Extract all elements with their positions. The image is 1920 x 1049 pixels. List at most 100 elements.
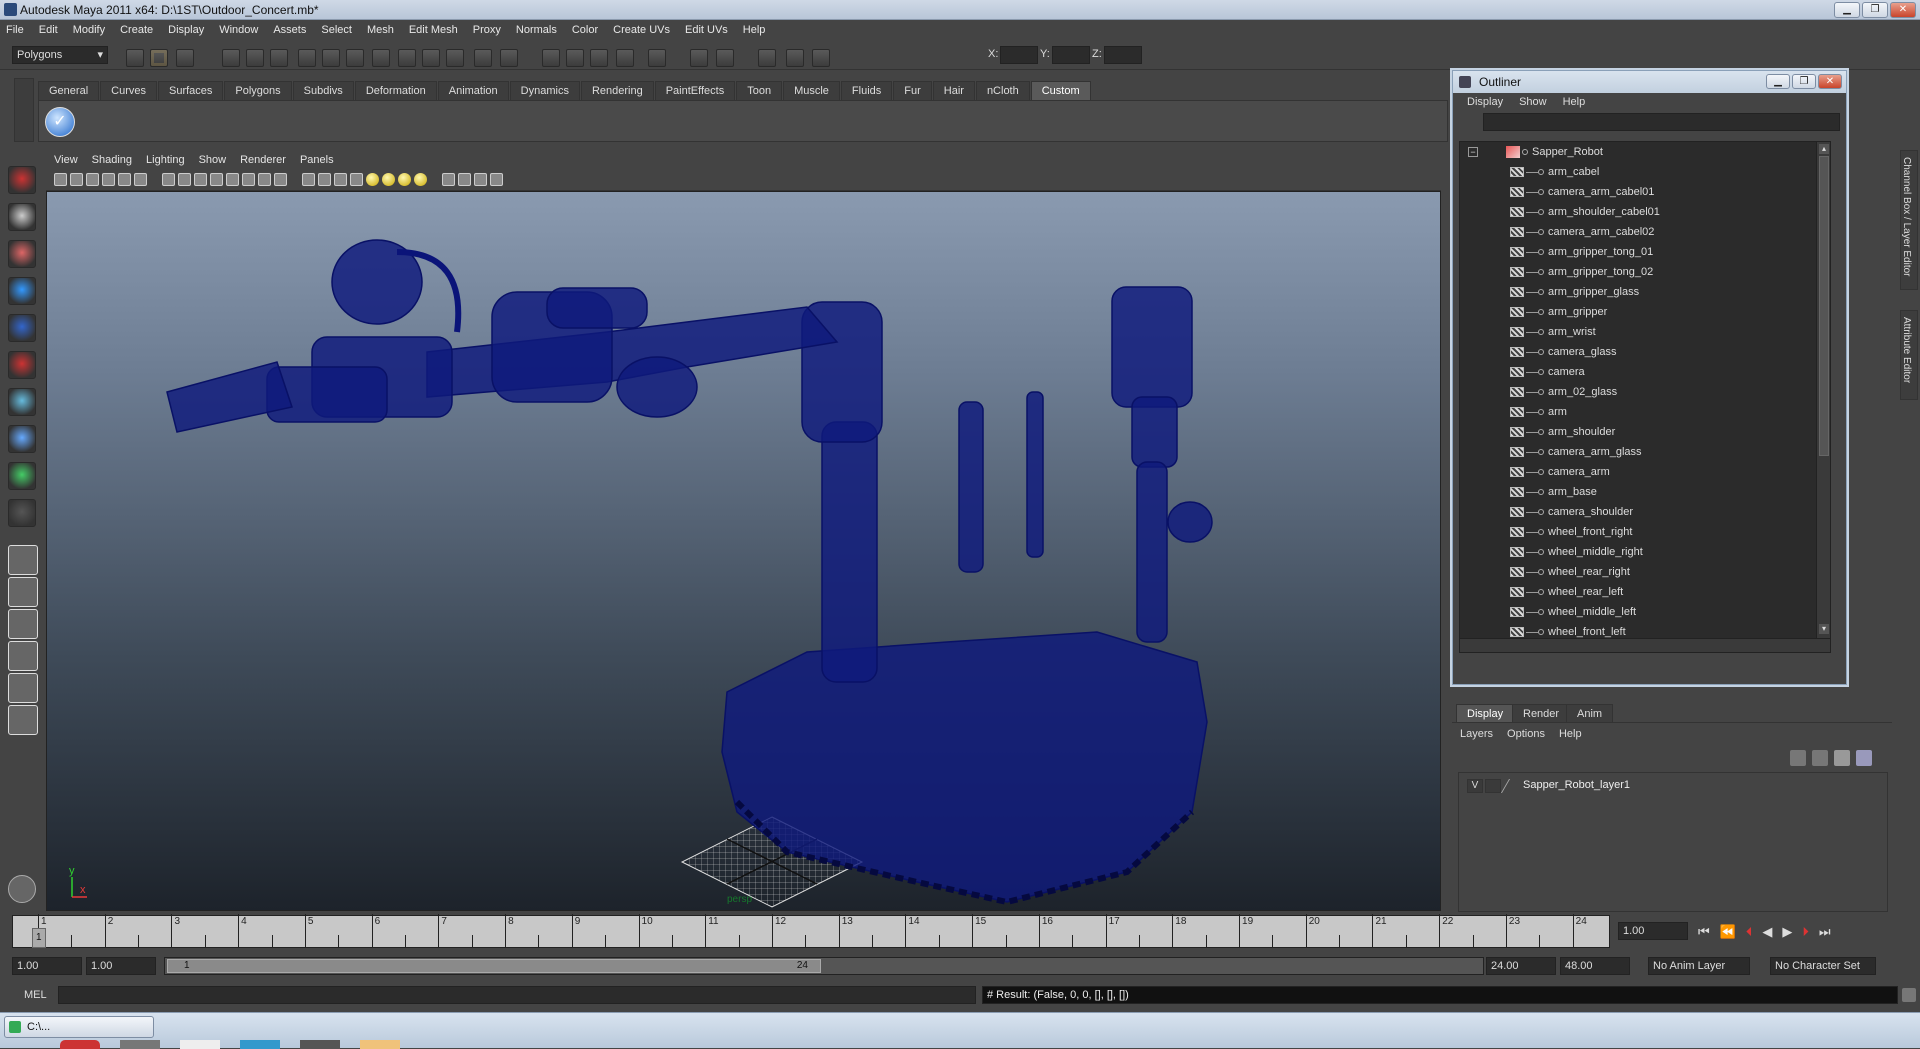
menu-display[interactable]: Display — [168, 24, 204, 36]
viewport-toolbar-26-icon[interactable] — [490, 173, 503, 186]
menu-edit-mesh[interactable]: Edit Mesh — [409, 24, 458, 36]
shelf-tab-subdivs[interactable]: Subdivs — [292, 81, 354, 100]
outliner-minimize-button[interactable]: ▁ — [1766, 74, 1790, 89]
shelf-tab-muscle[interactable]: Muscle — [783, 81, 840, 100]
outliner-item[interactable]: arm_shoulder — [1460, 422, 1830, 442]
outliner-item[interactable]: arm_gripper — [1460, 302, 1830, 322]
shelf-tab-animation[interactable]: Animation — [437, 81, 509, 100]
menu-color[interactable]: Color — [572, 24, 598, 36]
viewport-toolbar-7-icon[interactable] — [162, 173, 175, 186]
anim-layer-dropdown[interactable]: No Anim Layer — [1648, 957, 1750, 975]
statusline-tool-6-icon[interactable] — [270, 49, 288, 67]
start-time-field[interactable]: 1.00 — [12, 957, 82, 975]
viewport-toolbar-19-icon[interactable] — [366, 173, 379, 186]
viewport-toolbar-22-icon[interactable] — [414, 173, 427, 186]
outliner-item[interactable]: arm_base — [1460, 482, 1830, 502]
statusline-tool-5-icon[interactable] — [246, 49, 264, 67]
statusline-tool-24-icon[interactable] — [786, 49, 804, 67]
step-back-frame-icon[interactable]: ⏴ — [1746, 924, 1753, 940]
playback-start-field[interactable]: 1.00 — [86, 957, 156, 975]
layer-tab-render[interactable]: Render — [1512, 704, 1571, 722]
viewport-toolbar-18-icon[interactable] — [350, 173, 363, 186]
play-forward-icon[interactable]: ▶ — [1782, 924, 1792, 940]
outliner-item[interactable]: camera_shoulder — [1460, 502, 1830, 522]
scroll-up-icon[interactable]: ▴ — [1819, 144, 1829, 154]
viewport-toolbar-15-icon[interactable] — [302, 173, 315, 186]
outliner-item[interactable]: arm_gripper_glass — [1460, 282, 1830, 302]
outliner-titlebar[interactable]: Outliner ▁ ❐ ✕ — [1453, 71, 1846, 93]
outliner-maximize-button[interactable]: ❐ — [1792, 74, 1816, 89]
current-time-field[interactable]: 1.00 — [1618, 922, 1688, 940]
menu-edit-uvs[interactable]: Edit UVs — [685, 24, 728, 36]
menu-select[interactable]: Select — [321, 24, 352, 36]
y-coord-input[interactable] — [1052, 46, 1090, 64]
statusline-tool-25-icon[interactable] — [812, 49, 830, 67]
shelf-tab-polygons[interactable]: Polygons — [224, 81, 292, 100]
layer-tab-anim[interactable]: Anim — [1566, 704, 1614, 722]
statusline-tool-12-icon[interactable] — [422, 49, 440, 67]
viewport-toolbar-17-icon[interactable] — [334, 173, 347, 186]
viewport-toolbar-9-icon[interactable] — [194, 173, 207, 186]
outliner-item[interactable]: arm_cabel — [1460, 162, 1830, 182]
statusline-tool-13-icon[interactable] — [446, 49, 464, 67]
outliner-item[interactable]: wheel_middle_right — [1460, 542, 1830, 562]
persp-graph-layout-icon[interactable] — [8, 641, 38, 671]
viewport-menu-shading[interactable]: Shading — [92, 151, 132, 169]
minimize-button[interactable]: ▁ — [1834, 2, 1860, 18]
universal-manipulator-icon[interactable] — [8, 388, 36, 416]
shelf-tab-fluids[interactable]: Fluids — [840, 81, 893, 100]
outliner-item[interactable]: arm_gripper_tong_01 — [1460, 242, 1830, 262]
menu-window[interactable]: Window — [219, 24, 258, 36]
shelf-checkmark-icon[interactable]: ✓ — [45, 107, 75, 137]
viewport-toolbar-25-icon[interactable] — [474, 173, 487, 186]
outliner-menu-display[interactable]: Display — [1467, 93, 1503, 111]
viewport-toolbar-14-icon[interactable] — [274, 173, 287, 186]
step-forward-frame-icon[interactable]: ⏵ — [1802, 924, 1809, 940]
layer-display-type-toggle[interactable] — [1485, 779, 1501, 793]
statusline-tool-20-icon[interactable] — [648, 49, 666, 67]
layer-row[interactable]: V Sapper_Robot_layer1 — [1463, 777, 1883, 795]
viewport-menu-show[interactable]: Show — [199, 151, 227, 169]
maximize-button[interactable]: ❐ — [1862, 2, 1888, 18]
outliner-vertical-scrollbar[interactable]: ▴ ▾ — [1816, 142, 1830, 652]
statusline-tool-9-icon[interactable] — [346, 49, 364, 67]
shelf-tab-deformation[interactable]: Deformation — [354, 81, 437, 100]
play-backward-icon[interactable]: ◀ — [1762, 924, 1772, 940]
menu-edit[interactable]: Edit — [39, 24, 58, 36]
x-coord-input[interactable] — [1000, 46, 1038, 64]
menu-set-dropdown[interactable]: Polygons ▾ — [12, 46, 108, 64]
viewport-toolbar-16-icon[interactable] — [318, 173, 331, 186]
menu-file[interactable]: File — [6, 24, 24, 36]
range-slider-thumb[interactable]: 1 24 — [167, 959, 821, 973]
menu-create-uvs[interactable]: Create UVs — [613, 24, 670, 36]
viewport-toolbar-2-icon[interactable] — [70, 173, 83, 186]
perspective-viewport[interactable]: y x persp — [46, 191, 1441, 911]
four-view-layout-icon[interactable] — [8, 577, 38, 607]
menu-proxy[interactable]: Proxy — [473, 24, 501, 36]
select-tool-icon[interactable] — [8, 166, 36, 194]
viewport-toolbar-21-icon[interactable] — [398, 173, 411, 186]
outliner-item[interactable]: camera_glass — [1460, 342, 1830, 362]
layer-menu-options[interactable]: Options — [1507, 728, 1545, 740]
channel-box-side-tab[interactable]: Channel Box / Layer Editor — [1900, 150, 1918, 290]
statusline-tool-10-icon[interactable] — [372, 49, 390, 67]
statusline-tool-1-icon[interactable] — [126, 49, 144, 67]
outliner-item[interactable]: arm_wrist — [1460, 322, 1830, 342]
shelf-tab-painteffects[interactable]: PaintEffects — [654, 81, 736, 100]
layer-color-swatch[interactable] — [1500, 779, 1524, 793]
viewport-menu-view[interactable]: View — [54, 151, 78, 169]
outliner-root-row[interactable]: − Sapper_Robot — [1460, 142, 1830, 162]
taskbar-window-button[interactable]: C:\... — [4, 1016, 154, 1038]
outliner-menu-help[interactable]: Help — [1563, 93, 1586, 111]
soft-mod-icon[interactable] — [8, 425, 36, 453]
time-slider[interactable]: 1 2 3 4 5 6 7 8 9 10 11 12 13 14 15 16 17 18 19 20 21 22 23 24 1 — [12, 914, 1610, 948]
scroll-thumb[interactable] — [1819, 156, 1829, 456]
viewport-toolbar-13-icon[interactable] — [258, 173, 271, 186]
menu-help[interactable]: Help — [743, 24, 766, 36]
outliner-item[interactable]: camera_arm — [1460, 462, 1830, 482]
statusline-tool-3-icon[interactable] — [176, 49, 194, 67]
statusline-tool-22-icon[interactable] — [716, 49, 734, 67]
viewport-toolbar-10-icon[interactable] — [210, 173, 223, 186]
hand-tool-icon[interactable] — [8, 875, 36, 903]
playback-end-field[interactable]: 24.00 — [1486, 957, 1556, 975]
